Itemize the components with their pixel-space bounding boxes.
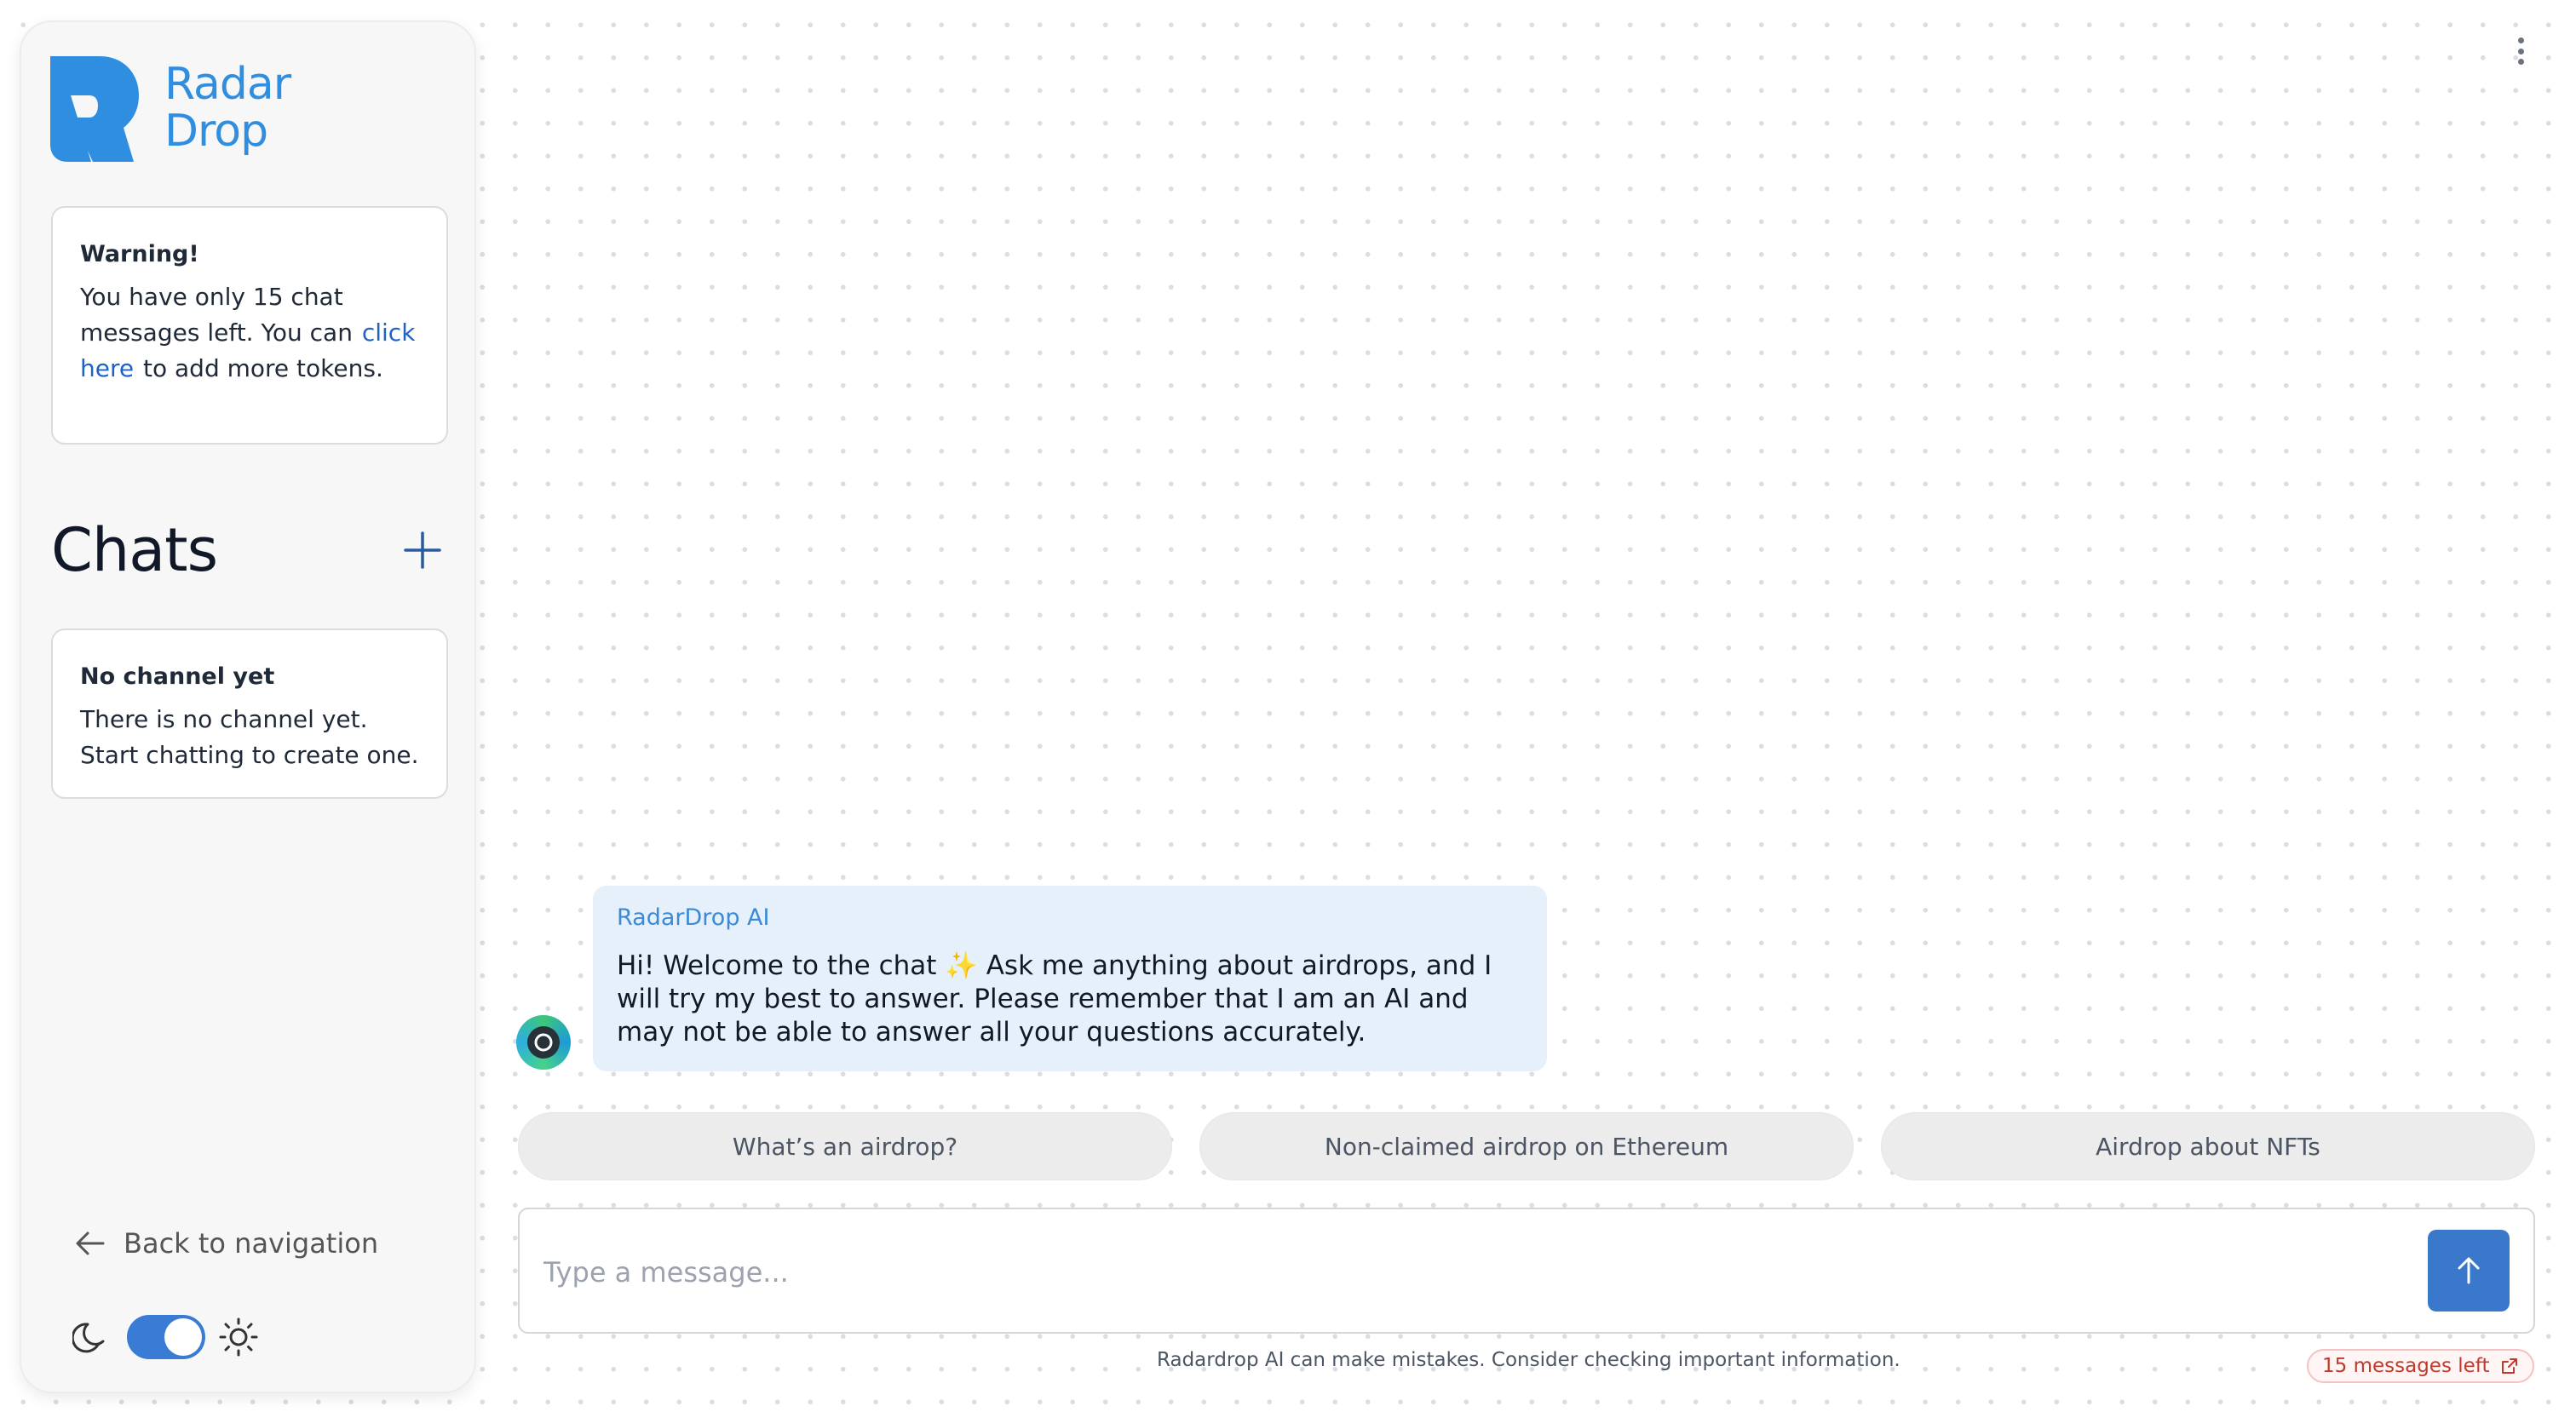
theme-toggle[interactable] [127,1315,205,1359]
dot-icon [2517,48,2524,55]
new-chat-button[interactable] [397,525,448,576]
radardrop-logo-icon [50,56,139,162]
assistant-message: RadarDrop AI Hi! Welcome to the chat ✨ A… [593,886,1547,1071]
message-text: Hi! Welcome to the chat ✨ Ask me anythin… [617,950,1492,1048]
chats-header: Chats [51,515,448,585]
send-button[interactable] [2428,1230,2510,1312]
messages-left-label: 15 messages left [2322,1355,2490,1377]
empty-channel-card: No channel yet There is no channel yet. … [51,629,448,799]
warning-card: Warning! You have only 15 chat messages … [51,206,448,445]
back-to-navigation-label: Back to navigation [124,1227,379,1260]
suggestion-chip[interactable]: What’s an airdrop? [518,1112,1172,1180]
warning-text-before: You have only 15 chat messages left. You… [80,283,353,347]
brand-logo[interactable]: Radar Drop [50,56,291,162]
brand-line-1: Radar [164,59,291,110]
message-input[interactable] [543,1240,2401,1305]
moon-icon [72,1323,105,1353]
suggestion-chip[interactable]: Non-claimed airdrop on Ethereum [1199,1112,1854,1180]
sidebar: Radar Drop Warning! You have only 15 cha… [20,20,476,1393]
brand-line-2: Drop [164,106,268,157]
sun-icon [219,1317,258,1357]
warning-title: Warning! [80,241,199,267]
brand-name: Radar Drop [164,59,291,157]
assistant-avatar [516,1015,571,1070]
theme-switcher [72,1315,258,1359]
back-to-navigation-button[interactable]: Back to navigation [72,1226,378,1260]
disclaimer-text: Radardrop AI can make mistakes. Consider… [1157,1349,1900,1371]
dot-icon [2517,37,2524,43]
openai-icon [527,1026,560,1059]
warning-text: You have only 15 chat messages left. You… [80,279,419,387]
toggle-knob [164,1318,202,1356]
more-options-button[interactable] [2508,34,2533,68]
dot-icon [2517,59,2524,65]
messages-left-badge[interactable]: 15 messages left [2307,1349,2534,1383]
warning-text-after: to add more tokens. [143,354,383,382]
plus-icon [404,531,441,569]
message-sender: RadarDrop AI [617,904,770,931]
empty-channel-title: No channel yet [80,663,275,690]
suggestion-chip[interactable]: Airdrop about NFTs [1881,1112,2535,1180]
empty-channel-text: There is no channel yet. Start chatting … [80,705,419,769]
arrow-up-icon [2458,1257,2480,1284]
chats-title: Chats [51,515,218,585]
message-composer [518,1208,2535,1334]
arrow-left-icon [76,1231,105,1255]
external-link-icon [2501,1358,2517,1374]
